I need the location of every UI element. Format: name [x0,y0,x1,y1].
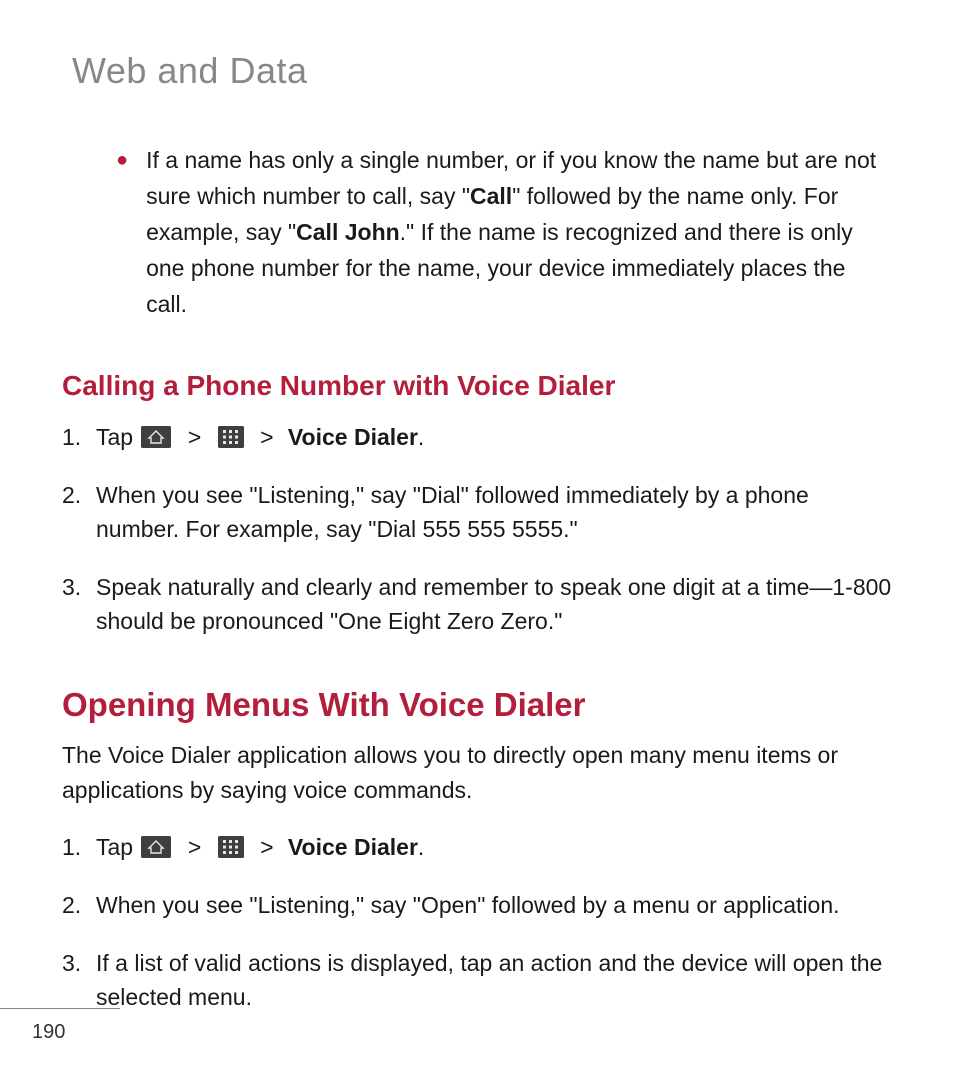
section-heading-calling: Calling a Phone Number with Voice Dialer [62,370,896,402]
bullet-text: If a name has only a single number, or i… [146,142,888,322]
home-icon [141,426,171,448]
page-number: 190 [32,1021,120,1044]
section-intro: The Voice Dialer application allows you … [62,738,896,808]
bullet-item: ● If a name has only a single number, or… [116,142,888,322]
page-title: Web and Data [72,50,896,92]
step-3: Speak naturally and clearly and remember… [62,570,896,638]
voice-dialer-label: Voice Dialer [288,834,418,860]
chevron-right-icon: > [188,420,201,454]
chevron-right-icon: > [260,830,273,864]
footer-rule [0,1008,120,1009]
voice-dialer-label: Voice Dialer [288,424,418,450]
bullet-dot-icon: ● [116,142,128,322]
chevron-right-icon: > [260,420,273,454]
page-footer: 190 [0,1008,120,1044]
apps-grid-icon [218,426,244,448]
opening-steps: Tap > > Voice Dialer. When you see "List… [62,830,896,1014]
step-1: Tap > > Voice Dialer. [62,830,896,864]
chevron-right-icon: > [188,830,201,864]
calling-steps: Tap > > Voice Dialer. When you see "List… [62,420,896,638]
section-heading-opening: Opening Menus With Voice Dialer [62,686,896,724]
step-2: When you see "Listening," say "Dial" fol… [62,478,896,546]
step-2: When you see "Listening," say "Open" fol… [62,888,896,922]
step-1: Tap > > Voice Dialer. [62,420,896,454]
apps-grid-icon [218,836,244,858]
step-3: If a list of valid actions is displayed,… [62,946,896,1014]
home-icon [141,836,171,858]
